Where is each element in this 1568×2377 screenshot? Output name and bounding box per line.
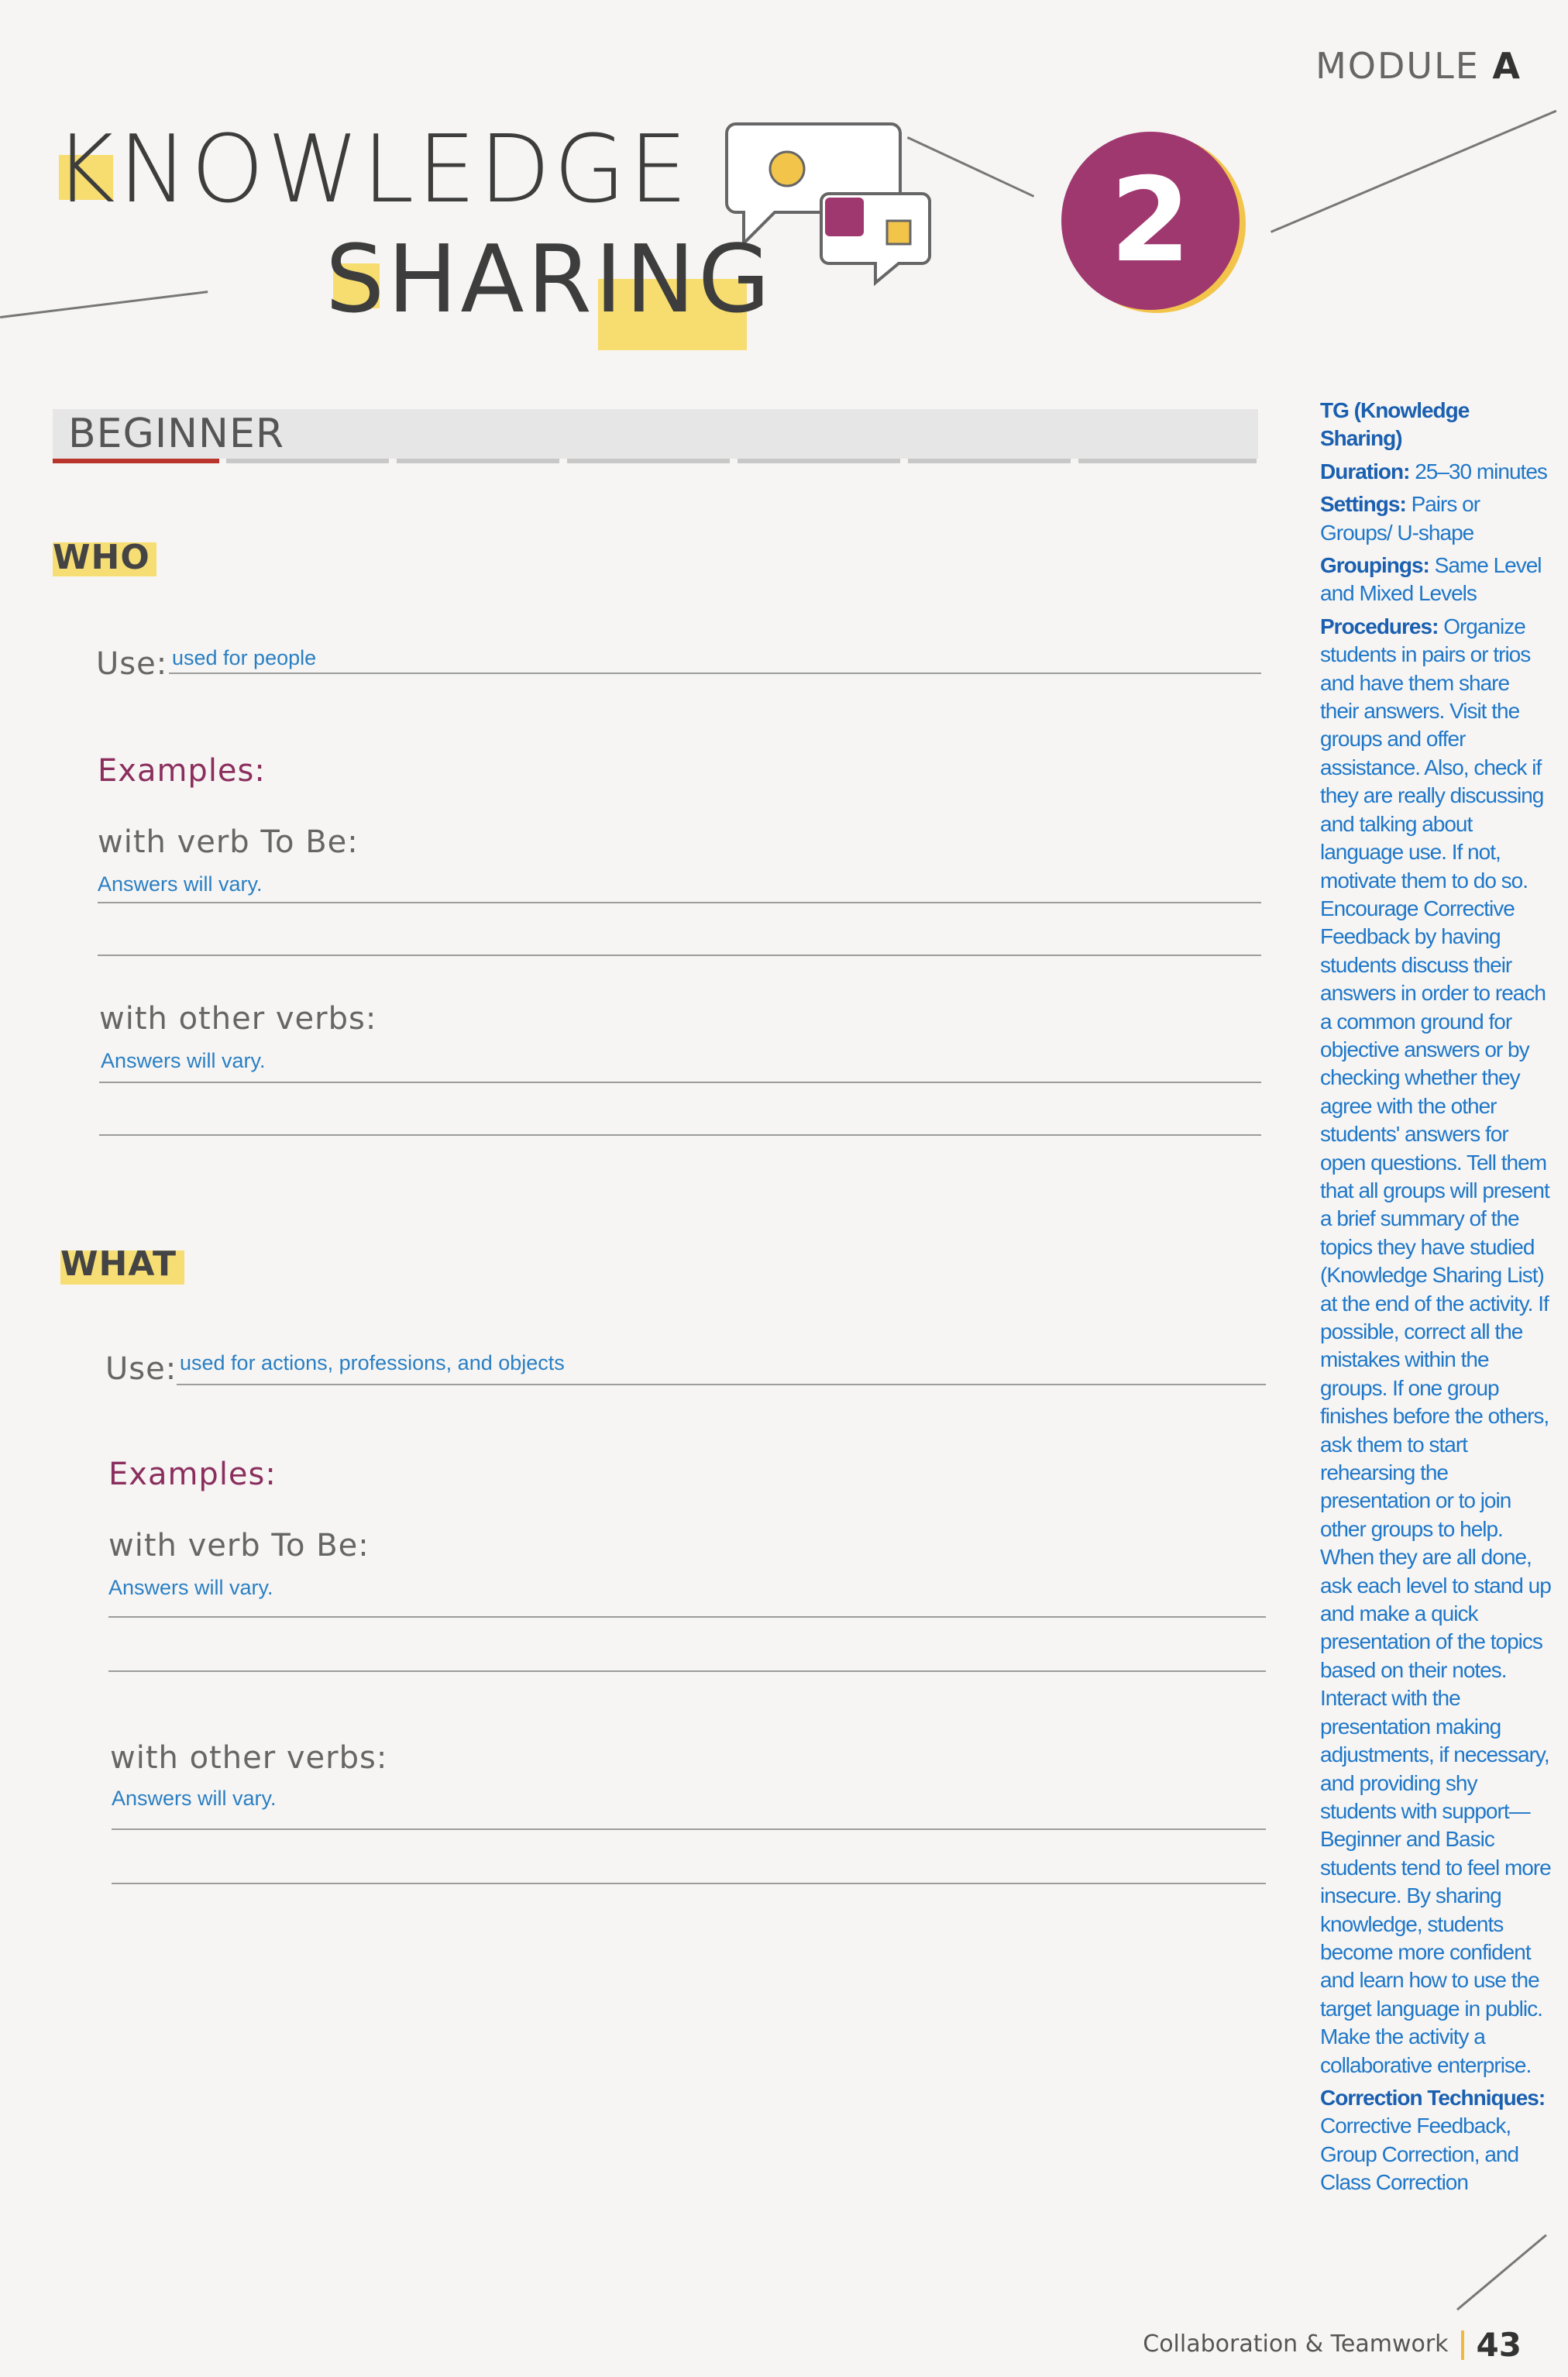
decorative-line: [1456, 2234, 1547, 2311]
level-tick: [397, 459, 559, 463]
answer-line: [99, 1134, 1261, 1136]
page-number: 43: [1476, 2326, 1522, 2364]
level-label: BEGINNER: [68, 411, 284, 457]
what-use-answer: used for actions, professions, and objec…: [180, 1351, 565, 1374]
title-line-2: SHARING: [325, 226, 774, 334]
what-to-be-answer: Answers will vary.: [108, 1576, 273, 1599]
answer-line: [99, 1082, 1261, 1083]
decorative-line: [1271, 109, 1557, 233]
level-tick: [567, 459, 730, 463]
title-line-1: KNOWLEDGE: [54, 116, 691, 224]
who-examples-label: Examples:: [98, 753, 266, 789]
footer-text: Collaboration & Teamwork: [1143, 2331, 1449, 2358]
teacher-guide-notes: TG (Knowledge Sharing) Duration: 25–30 m…: [1320, 397, 1553, 2202]
answer-line: [169, 673, 1261, 674]
who-use-answer: used for people: [172, 646, 317, 669]
who-other-answer: Answers will vary.: [101, 1049, 266, 1072]
answer-line: [108, 1670, 1266, 1672]
what-other-answer: Answers will vary.: [112, 1787, 277, 1810]
what-use-label: Use:: [105, 1351, 177, 1387]
procedures-label: Procedures:: [1320, 614, 1439, 638]
correction-label: Correction Techniques:: [1320, 2085, 1546, 2110]
module-label: MODULE A: [1315, 45, 1522, 87]
who-other-label: with other verbs:: [99, 1001, 377, 1037]
level-tick: [1078, 459, 1257, 463]
who-heading: WHO: [53, 538, 150, 577]
procedures-value: Organize students in pairs or trios and …: [1320, 614, 1552, 2077]
correction-value: Corrective Feedback, Group Correction, a…: [1320, 2114, 1519, 2195]
level-tick: [226, 459, 389, 463]
answer-line: [108, 1616, 1266, 1618]
duration-value: 25–30 minutes: [1415, 459, 1548, 483]
settings-label: Settings:: [1320, 492, 1407, 517]
workbook-page: MODULE A KNOWLEDGE SHARING 2 BEGINNER WH…: [0, 0, 1568, 2377]
level-underline: [53, 459, 219, 463]
what-to-be-label: with verb To Be:: [108, 1528, 370, 1563]
what-other-label: with other verbs:: [110, 1740, 388, 1776]
answer-line: [112, 1828, 1266, 1830]
who-to-be-label: with verb To Be:: [98, 824, 359, 860]
who-to-be-answer: Answers will vary.: [98, 872, 263, 896]
page-footer: Collaboration & Teamwork 43: [1143, 2326, 1522, 2364]
level-tick: [738, 459, 900, 463]
tg-title: TG (Knowledge Sharing): [1320, 398, 1470, 451]
answer-line: [112, 1883, 1266, 1884]
decorative-line: [0, 291, 208, 318]
answer-line: [98, 955, 1261, 956]
level-tick: [908, 459, 1071, 463]
answer-line: [177, 1384, 1266, 1385]
what-heading: WHAT: [60, 1244, 177, 1284]
groupings-label: Groupings:: [1320, 553, 1430, 578]
footer-separator: [1460, 2330, 1464, 2360]
who-use-label: Use:: [96, 646, 168, 682]
module-number-badge: 2: [1061, 132, 1240, 310]
what-examples-label: Examples:: [108, 1457, 277, 1492]
duration-label: Duration:: [1320, 459, 1410, 483]
answer-line: [98, 902, 1261, 903]
